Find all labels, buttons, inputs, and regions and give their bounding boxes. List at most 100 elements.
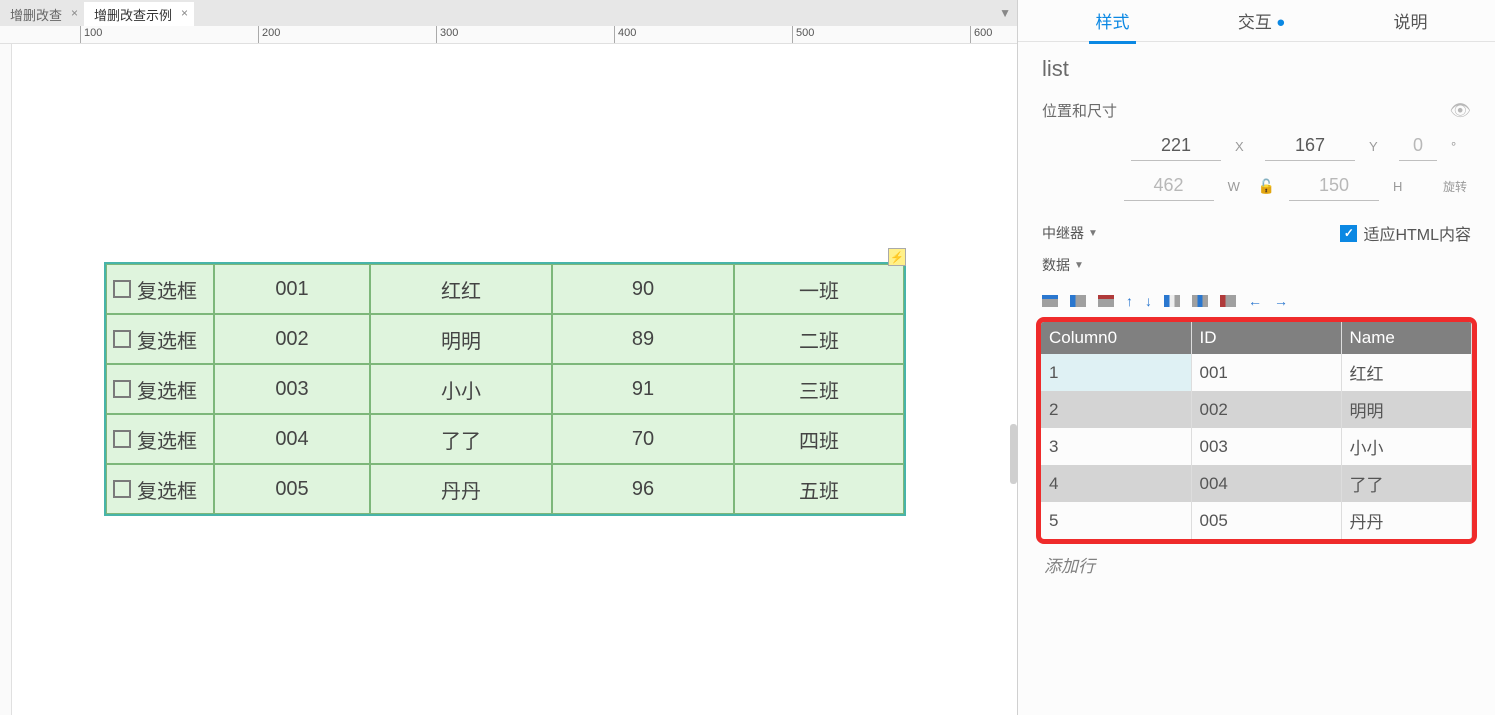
visibility-icon[interactable]: 👁: [1449, 101, 1471, 121]
move-down-icon[interactable]: ↓: [1145, 293, 1152, 309]
x-input[interactable]: [1131, 131, 1221, 161]
cell-name: 小小: [370, 364, 552, 414]
w-label: W: [1228, 179, 1244, 194]
checkbox-icon[interactable]: [113, 430, 131, 448]
width-input[interactable]: [1124, 171, 1214, 201]
add-row-prompt[interactable]: 添加行: [1036, 544, 1477, 585]
data-cell[interactable]: 3: [1041, 428, 1191, 465]
chevron-down-icon: ▼: [1088, 228, 1098, 239]
tab-interaction[interactable]: 交互 •: [1187, 8, 1336, 33]
checkbox-label: 复选框: [137, 375, 197, 404]
data-cell[interactable]: 了了: [1341, 465, 1472, 502]
move-left-icon[interactable]: ←: [1248, 293, 1262, 309]
tab-crud-example[interactable]: 增删改查示例 ×: [84, 2, 194, 26]
data-cell[interactable]: 4: [1041, 465, 1191, 502]
data-row[interactable]: 4 004 了了: [1041, 465, 1472, 502]
data-row[interactable]: 5 005 丹丹: [1041, 502, 1472, 539]
cell-score: 89: [552, 314, 734, 364]
degree-label: °: [1451, 139, 1467, 154]
repeater-section-label[interactable]: 中继器: [1042, 223, 1084, 243]
chevron-down-icon: ▼: [1074, 260, 1084, 271]
cell-score: 70: [552, 414, 734, 464]
data-col-header[interactable]: ID: [1191, 322, 1341, 354]
data-cell[interactable]: 红红: [1341, 354, 1472, 391]
properties-panel: 样式 交互 • 说明 list 位置和尺寸 👁 X Y ° W 🔓: [1017, 0, 1495, 715]
data-cell[interactable]: 明明: [1341, 391, 1472, 428]
data-col-header[interactable]: Name: [1341, 322, 1472, 354]
checkbox-fit-html[interactable]: ✓: [1340, 225, 1357, 242]
data-cell[interactable]: 004: [1191, 465, 1341, 502]
checkbox-icon[interactable]: [113, 330, 131, 348]
data-cell[interactable]: 003: [1191, 428, 1341, 465]
ruler-mark: 300: [440, 27, 458, 39]
ruler-vertical: [0, 44, 12, 715]
data-section-label[interactable]: 数据: [1042, 255, 1070, 275]
cell-name: 红红: [370, 264, 552, 314]
move-right-icon[interactable]: →: [1274, 293, 1288, 309]
data-row[interactable]: 1 001 红红: [1041, 354, 1472, 391]
data-cell[interactable]: 005: [1191, 502, 1341, 539]
tab-label: 增删改查示例: [94, 5, 172, 24]
table-row: 复选框 004 了了 70 四班: [106, 414, 904, 464]
ruler-mark: 500: [796, 27, 814, 39]
tab-description[interactable]: 说明: [1336, 8, 1485, 33]
y-input[interactable]: [1265, 131, 1355, 161]
insert-row-below-icon[interactable]: [1070, 295, 1086, 307]
data-row[interactable]: 3 003 小小: [1041, 428, 1472, 465]
tab-style[interactable]: 样式: [1038, 8, 1187, 33]
checkbox-icon[interactable]: [113, 380, 131, 398]
checkbox-icon[interactable]: [113, 480, 131, 498]
x-label: X: [1235, 139, 1251, 154]
widget-name[interactable]: list: [1018, 42, 1495, 92]
checkbox-icon[interactable]: [113, 280, 131, 298]
table-row: 复选框 001 红红 90 一班: [106, 264, 904, 314]
cell-name: 了了: [370, 414, 552, 464]
data-col-header[interactable]: Column0: [1041, 322, 1191, 354]
document-tabs: 增删改查 × 增删改查示例 × ▼: [0, 0, 1017, 26]
properties-tabs: 样式 交互 • 说明: [1018, 0, 1495, 42]
tab-menu-dropdown-icon[interactable]: ▼: [999, 6, 1011, 20]
data-cell[interactable]: 002: [1191, 391, 1341, 428]
lock-icon[interactable]: 🔓: [1258, 178, 1275, 195]
cell-score: 91: [552, 364, 734, 414]
cell-id: 005: [214, 464, 370, 514]
cell-id: 004: [214, 414, 370, 464]
data-cell[interactable]: 丹丹: [1341, 502, 1472, 539]
delete-row-icon[interactable]: [1098, 295, 1114, 307]
checkbox-label: 复选框: [137, 325, 197, 354]
data-row[interactable]: 2 002 明明: [1041, 391, 1472, 428]
data-cell[interactable]: 5: [1041, 502, 1191, 539]
insert-column-icon[interactable]: [1164, 295, 1180, 307]
insert-column-right-icon[interactable]: [1192, 295, 1208, 307]
design-canvas[interactable]: ⚡ 复选框 001 红红 90 一班 复选框 002 明明 89 二班: [12, 44, 1017, 715]
move-up-icon[interactable]: ↑: [1126, 293, 1133, 309]
repeater-data-grid[interactable]: Column0 ID Name 1 001 红红 2 0: [1041, 322, 1472, 539]
h-label: H: [1393, 179, 1409, 194]
repeater-widget[interactable]: ⚡ 复选框 001 红红 90 一班 复选框 002 明明 89 二班: [104, 262, 906, 516]
insert-row-icon[interactable]: [1042, 295, 1058, 307]
data-cell[interactable]: 小小: [1341, 428, 1472, 465]
ruler-mark: 200: [262, 27, 280, 39]
cell-id: 002: [214, 314, 370, 364]
ruler-mark: 400: [618, 27, 636, 39]
rotation-input[interactable]: [1399, 131, 1437, 161]
cell-class: 四班: [734, 414, 904, 464]
data-cell[interactable]: 1: [1041, 354, 1191, 391]
cell-class: 三班: [734, 364, 904, 414]
scrollbar-thumb[interactable]: [1010, 424, 1017, 484]
checkbox-label: 复选框: [137, 475, 197, 504]
data-cell[interactable]: 2: [1041, 391, 1191, 428]
cell-class: 二班: [734, 314, 904, 364]
lightning-icon: ⚡: [888, 248, 906, 266]
cell-score: 90: [552, 264, 734, 314]
height-input[interactable]: [1289, 171, 1379, 201]
delete-column-icon[interactable]: [1220, 295, 1236, 307]
tab-crud[interactable]: 增删改查 ×: [0, 2, 84, 26]
close-icon[interactable]: ×: [181, 6, 188, 20]
section-position-size: 位置和尺寸: [1042, 100, 1117, 121]
table-row: 复选框 005 丹丹 96 五班: [106, 464, 904, 514]
data-cell[interactable]: 001: [1191, 354, 1341, 391]
close-icon[interactable]: ×: [71, 6, 78, 20]
dot-icon: •: [1277, 10, 1285, 37]
y-label: Y: [1369, 139, 1385, 154]
